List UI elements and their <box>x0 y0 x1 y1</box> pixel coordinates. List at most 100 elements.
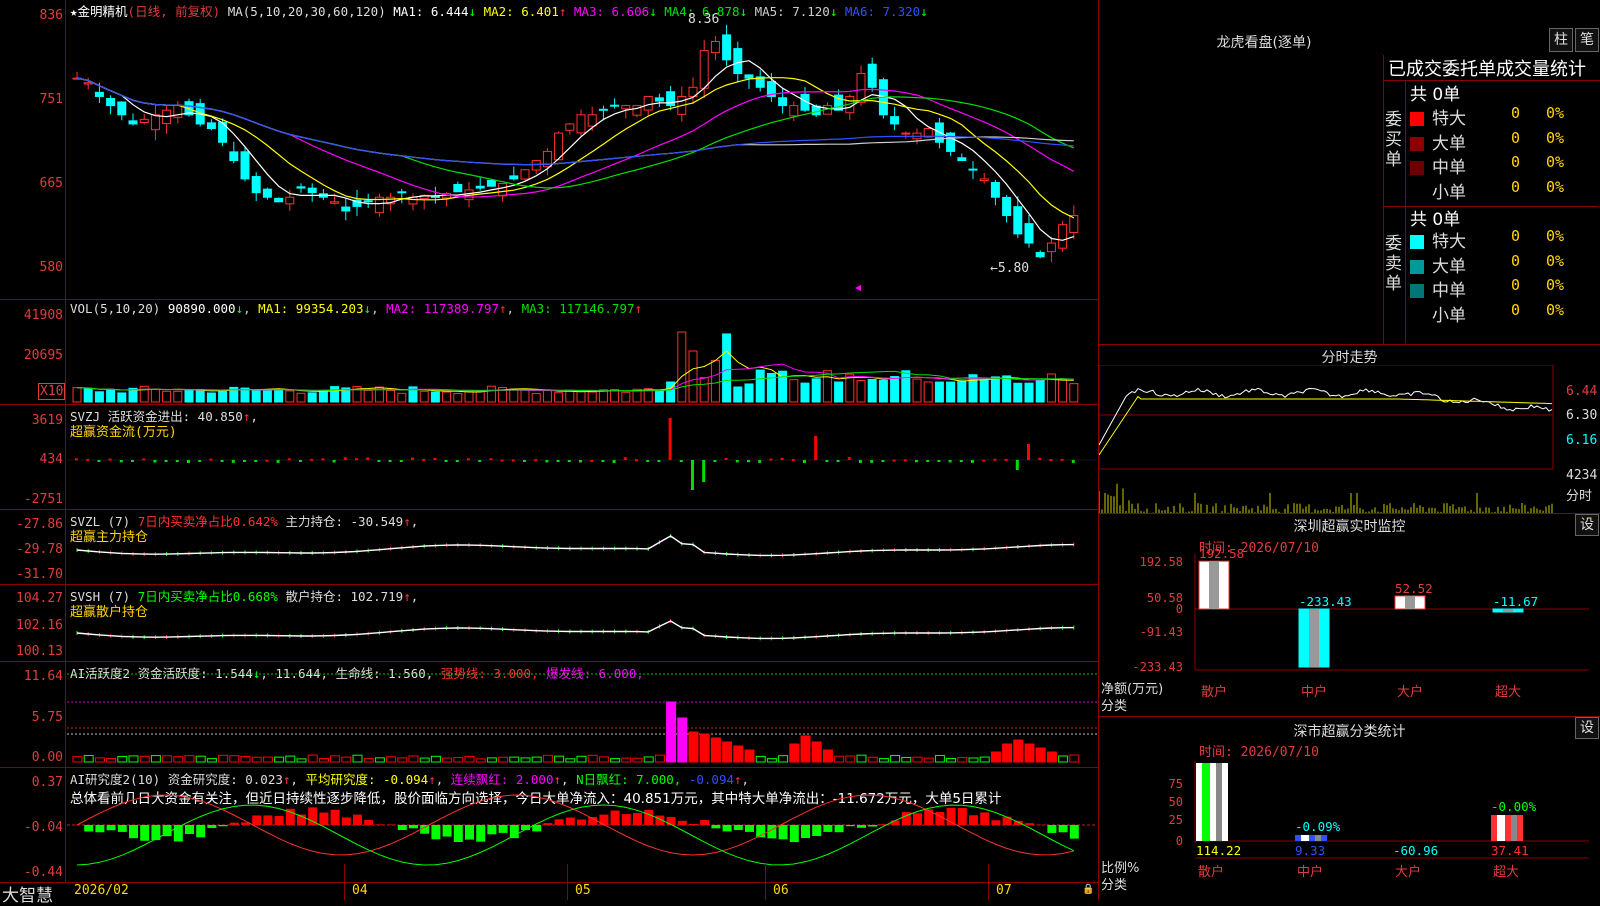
candle <box>577 115 585 133</box>
activity-bar <box>543 755 552 762</box>
research-bar <box>812 825 821 836</box>
volume-bar <box>891 377 899 402</box>
month-divider <box>344 864 345 900</box>
month-divider <box>567 864 568 900</box>
activity-bar <box>667 702 676 762</box>
sz-bar-shade <box>1503 609 1513 612</box>
flow-bar <box>422 459 425 461</box>
candle <box>958 158 966 161</box>
flow-bar <box>400 460 403 462</box>
candle <box>1014 207 1022 234</box>
sz-y-tick: 192.58 <box>1140 555 1183 569</box>
intraday-price-tick: 6.16 <box>1566 433 1597 448</box>
candle <box>644 96 652 110</box>
activity-bar <box>801 736 810 762</box>
pen-mode-button[interactable]: 笔 <box>1575 28 1599 52</box>
activity-bar <box>129 756 138 762</box>
ai-research-pane[interactable]: 0.37 -0.04 -0.44 AI研究度2(10) 资金研究度: 0.023… <box>0 768 1098 882</box>
activity-bar <box>767 759 776 762</box>
activity-bar <box>935 755 944 762</box>
volume-bar <box>487 386 495 402</box>
activity-bar <box>1059 756 1068 762</box>
volume-bar <box>1025 383 1033 402</box>
research-bar <box>275 816 284 825</box>
candle <box>991 182 999 197</box>
flow-bar <box>142 458 145 460</box>
volume-bar <box>275 389 283 402</box>
intraday-chart[interactable] <box>1099 365 1600 513</box>
volume-pane[interactable]: 41908 20695 X10 VOL(5,10,20) 90890.000↓,… <box>0 300 1098 405</box>
main-force-holding-chart[interactable] <box>67 510 1097 584</box>
candle <box>1036 253 1044 257</box>
intraday-panel[interactable]: 分时走势 6.44 6.30 6.16 4234 分时 <box>1099 345 1600 514</box>
flow-bar <box>243 460 246 462</box>
bar-mode-button[interactable]: 柱 <box>1549 28 1573 52</box>
order-size-row: 特大 <box>1410 104 1466 129</box>
ai-activity-chart[interactable] <box>67 662 1097 767</box>
activity-bar <box>1014 740 1023 762</box>
candle <box>487 180 495 186</box>
volume-chart[interactable] <box>67 314 1097 404</box>
flow-bar <box>837 460 840 462</box>
sz-bar-shade <box>1405 596 1415 609</box>
candlestick-chart[interactable] <box>67 14 1097 298</box>
svzl-tick: -27.86 <box>16 517 63 532</box>
candle <box>286 197 294 204</box>
flow-bar <box>814 436 817 460</box>
sz-net-amount-chart[interactable]: 192.5850.580-91.43-233.43192.58散户-233.43… <box>1099 514 1600 716</box>
volume-bar <box>398 393 406 402</box>
low-price-label: ←5.80 <box>990 261 1029 276</box>
volume-bar <box>140 386 148 402</box>
cls-pct-label: -0.09% <box>1295 819 1341 834</box>
cls-bar-shade <box>1216 763 1222 841</box>
sz-category: 散户 <box>1201 684 1227 700</box>
flow-bar <box>333 460 336 462</box>
research-bar <box>689 824 698 825</box>
sz-monitor-panel[interactable]: 深圳超赢实时监控 设 时间: 2026/07/10 192.5850.580-9… <box>1099 514 1600 717</box>
research-bar <box>1070 825 1079 839</box>
svsh-pane[interactable]: 104.27 102.16 100.13 SVSH (7) 7日内买卖净占比0.… <box>0 585 1098 662</box>
activity-bar <box>947 758 956 762</box>
lock-icon[interactable]: 🔒 <box>1082 884 1094 895</box>
candle <box>790 106 798 116</box>
volume-bar <box>84 388 92 402</box>
activity-bar <box>95 758 104 762</box>
candle <box>107 98 115 105</box>
order-pct: 0% <box>1546 178 1564 196</box>
flow-bar <box>725 458 728 460</box>
research-bar <box>107 825 116 830</box>
intraday-title: 分时走势 <box>1099 347 1600 367</box>
svzj-pane[interactable]: 3619 434 -2751 SVZJ 活跃资金进出: 40.850↑, 超赢资… <box>0 405 1098 510</box>
flow-bar <box>960 460 963 462</box>
flow-bar <box>713 460 716 462</box>
cls-bar <box>1491 815 1523 841</box>
candle <box>331 202 339 203</box>
activity-bar <box>857 755 866 762</box>
ai-research-chart[interactable] <box>67 768 1097 882</box>
flow-bar <box>613 460 616 463</box>
activity-bar <box>622 758 631 762</box>
svzl-pane[interactable]: -27.86 -29.78 -31.70 SVZL (7) 7日内买卖净占比0.… <box>0 510 1098 585</box>
activity-bar <box>207 759 216 762</box>
volume-bar <box>689 351 697 402</box>
price-pane[interactable]: 836 751 665 580 ★金明精机(日线, 前复权) MA(5,10,2… <box>0 0 1098 300</box>
stats-col-divider <box>1405 80 1406 343</box>
flow-bar <box>277 460 280 463</box>
volume-bar <box>734 387 742 402</box>
dragon-tiger-title: 龙虎看盘(逐单) <box>1099 32 1429 52</box>
research-bar <box>633 813 642 825</box>
sz-class-panel[interactable]: 深市超赢分类统计 设 时间: 2026/07/10 7550250114.22散… <box>1099 717 1600 900</box>
activity-bar <box>823 750 832 762</box>
volume-bar <box>431 392 439 402</box>
date-tick: 06 <box>773 883 789 898</box>
research-bar <box>734 825 743 830</box>
retail-holding-chart[interactable] <box>67 585 1097 661</box>
cls-category: 大户 <box>1395 864 1421 880</box>
ai-active-pane[interactable]: 11.64 5.75 0.00 AI活跃度2 资金活跃度: 1.544↓, 11… <box>0 662 1098 768</box>
flow-bar <box>433 458 436 460</box>
sz-ratio-chart[interactable]: 7550250114.22散户-0.09%9.33中户-60.96大户-0.00… <box>1099 717 1600 900</box>
research-bar <box>555 819 564 825</box>
cls-category: 超大 <box>1493 865 1519 880</box>
svsh-axis: 104.27 102.16 100.13 <box>0 585 66 661</box>
capital-flow-chart[interactable] <box>67 405 1097 509</box>
